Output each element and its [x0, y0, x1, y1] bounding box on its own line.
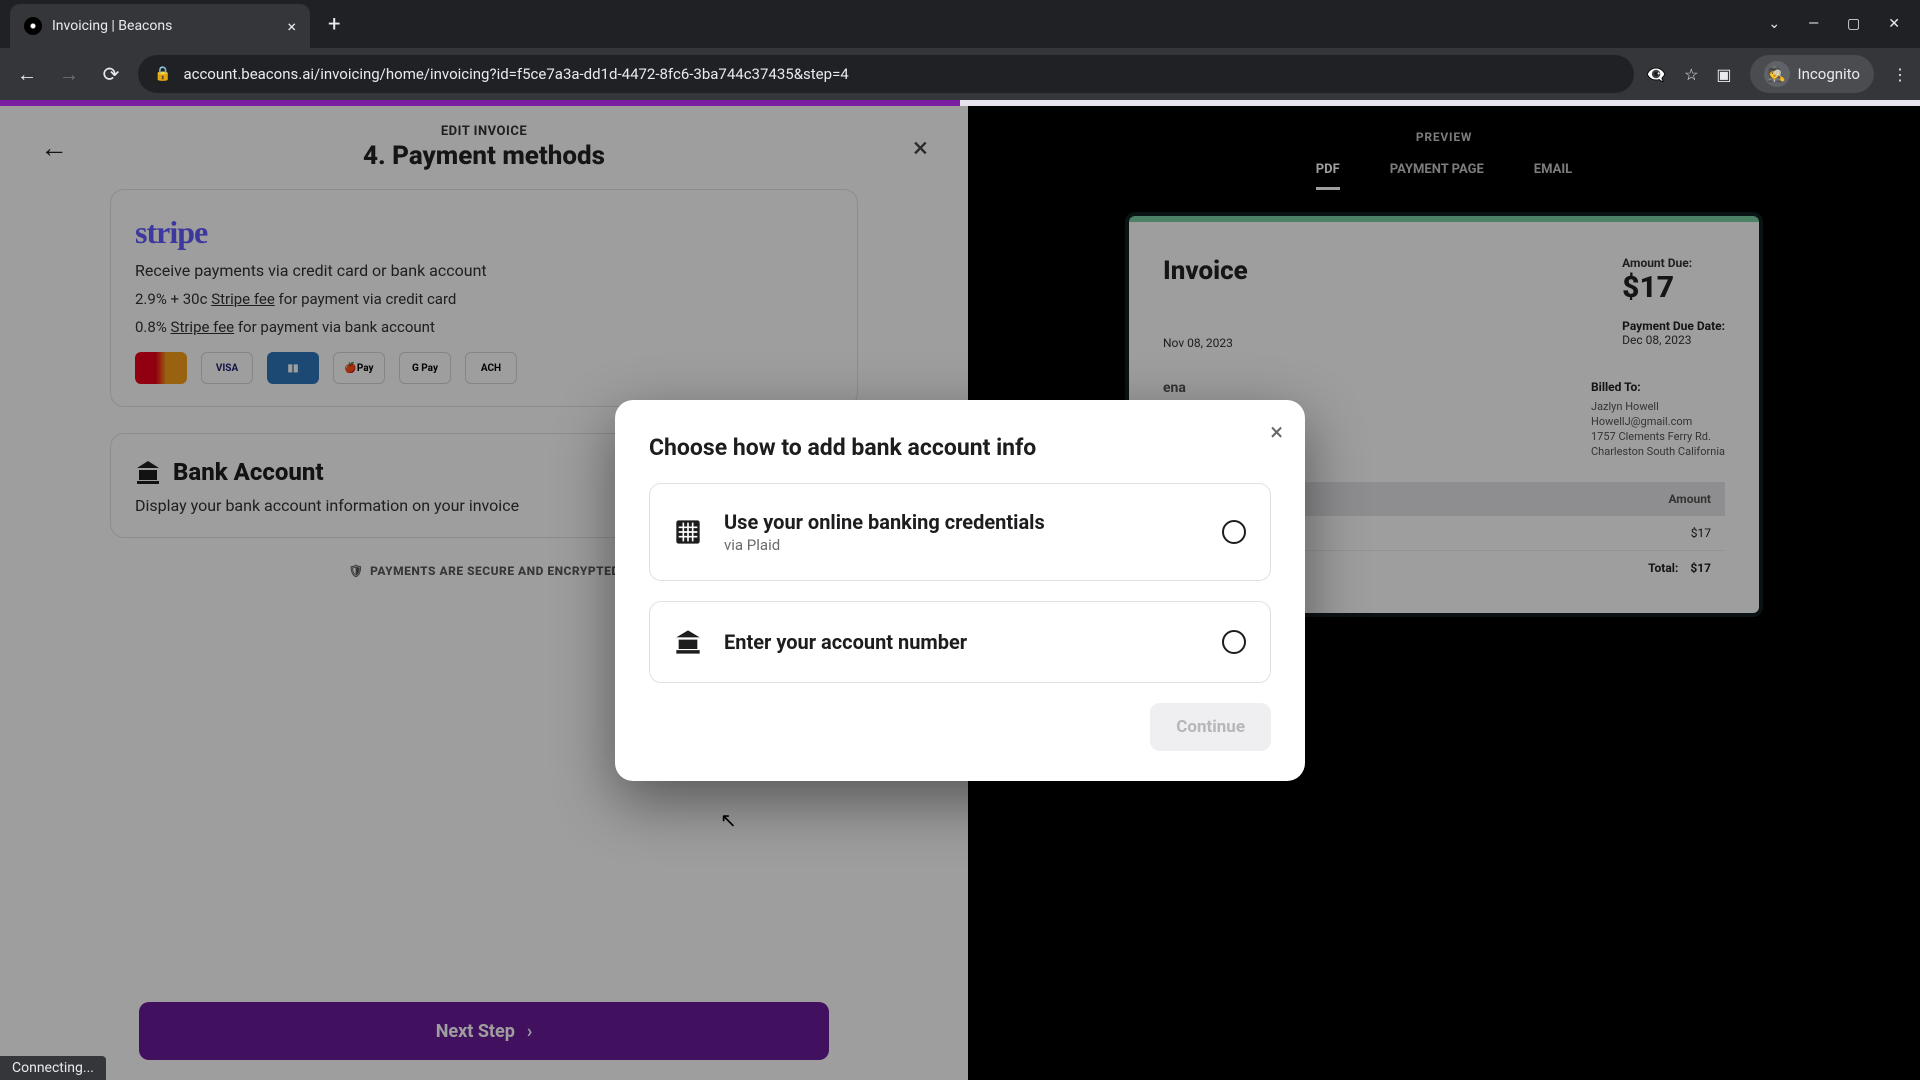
nav-reload-button[interactable]: ⟳ [96, 59, 126, 89]
site-favicon [24, 17, 42, 35]
url-text: account.beacons.ai/invoicing/home/invoic… [183, 65, 848, 83]
bookmark-star-icon[interactable]: ☆ [1684, 65, 1698, 84]
modal-title: Choose how to add bank account info [649, 434, 1271, 461]
continue-button[interactable]: Continue [1150, 703, 1271, 751]
option-plaid-title: Use your online banking credentials [724, 510, 1200, 534]
add-bank-modal: × Choose how to add bank account info Us… [615, 400, 1305, 781]
bank-icon [674, 628, 702, 656]
window-close-icon[interactable]: ✕ [1888, 16, 1900, 32]
new-tab-button[interactable]: + [328, 12, 340, 37]
window-minimize-icon[interactable]: ― [1808, 16, 1819, 32]
tabs-dropdown-icon[interactable]: ⌄ [1768, 16, 1780, 32]
nav-forward-button[interactable]: → [54, 59, 84, 89]
browser-menu-icon[interactable]: ⋮ [1892, 65, 1908, 84]
extension-icon[interactable]: ▣ [1716, 65, 1731, 84]
option-manual[interactable]: Enter your account number [649, 601, 1271, 683]
eye-off-icon[interactable]: 👁‍🗨 [1646, 65, 1666, 84]
lock-icon: 🔒 [154, 66, 171, 82]
incognito-label: Incognito [1798, 65, 1860, 83]
option-plaid-subtitle: via Plaid [724, 536, 1200, 554]
option-plaid[interactable]: Use your online banking credentials via … [649, 483, 1271, 581]
browser-status-text: Connecting... [0, 1056, 106, 1080]
nav-back-button[interactable]: ← [12, 59, 42, 89]
modal-close-icon[interactable]: × [1270, 418, 1283, 446]
option-plaid-radio[interactable] [1222, 520, 1246, 544]
option-manual-title: Enter your account number [724, 630, 1200, 654]
address-bar[interactable]: 🔒 account.beacons.ai/invoicing/home/invo… [138, 55, 1634, 93]
browser-tab[interactable]: Invoicing | Beacons × [10, 4, 310, 48]
window-maximize-icon[interactable]: ▢ [1847, 16, 1860, 32]
tab-close-icon[interactable]: × [287, 17, 296, 36]
plaid-icon [674, 518, 702, 546]
modal-backdrop[interactable]: × Choose how to add bank account info Us… [0, 100, 1920, 1080]
option-manual-radio[interactable] [1222, 630, 1246, 654]
tab-title: Invoicing | Beacons [52, 18, 277, 34]
incognito-indicator[interactable]: 🕵 Incognito [1750, 55, 1874, 93]
incognito-icon: 🕵 [1764, 61, 1790, 87]
